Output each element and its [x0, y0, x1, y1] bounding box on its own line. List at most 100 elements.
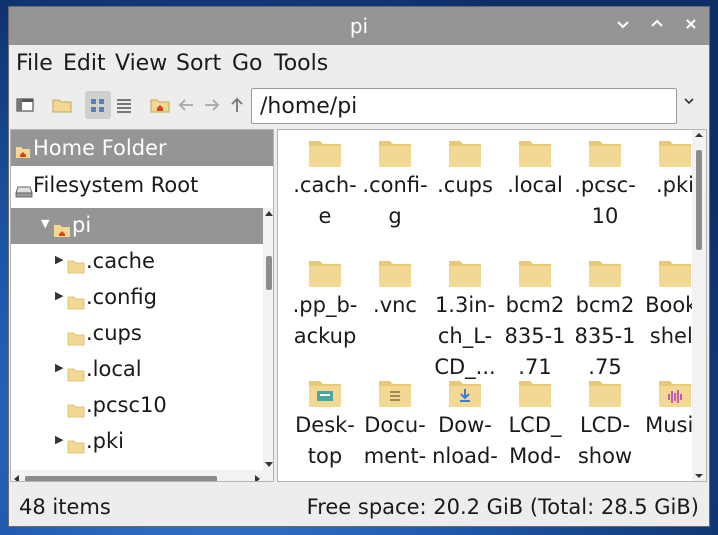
place-label: Filesystem Root [33, 173, 199, 197]
titlebar[interactable]: pi [9, 7, 709, 45]
expand-right-icon[interactable]: ▶ [55, 433, 63, 446]
file-name: bcm2 835-1 .71 [504, 293, 566, 379]
close-button[interactable] [679, 14, 703, 38]
menu-tools[interactable]: Tools [274, 51, 328, 76]
scroll-thumb [25, 476, 217, 481]
tree-node-cache[interactable]: ▶ .cache [11, 244, 263, 280]
tree-node-pi[interactable]: ▼ pi [11, 208, 263, 244]
icon-view-button[interactable] [85, 91, 111, 119]
up-button[interactable] [224, 91, 250, 119]
path-history-dropdown[interactable] [683, 95, 695, 110]
list-view-icon [117, 99, 131, 113]
folder-icon [588, 258, 622, 288]
path-input[interactable]: /home/pi [251, 88, 677, 124]
expand-down-icon[interactable]: ▼ [41, 217, 49, 230]
file-name: .vnc [373, 293, 417, 317]
list-view-button[interactable] [111, 91, 137, 119]
file-item[interactable]: .local [500, 134, 570, 201]
item-count: 48 items [19, 495, 111, 519]
scroll-down-arrow [695, 474, 703, 478]
maximize-button[interactable] [645, 14, 669, 38]
chevron-down-icon [617, 21, 629, 29]
side-pane: Home Folder Filesystem Root ▼ pi ▶ .cach… [10, 129, 274, 482]
menu-view[interactable]: View [115, 51, 167, 76]
arrow-right-icon [205, 99, 220, 111]
tree-label: .local [86, 357, 142, 381]
tree-label: pi [72, 213, 92, 237]
file-item[interactable]: bcm2 835-1 .71 [500, 254, 570, 383]
file-item[interactable]: Docu- ment- [360, 374, 430, 472]
file-item[interactable]: .vnc [360, 254, 430, 321]
folder-icon [658, 138, 692, 168]
documents-folder-icon [378, 378, 412, 408]
tree-node-local[interactable]: ▶ .local [11, 352, 263, 388]
scroll-up-arrow [265, 211, 273, 216]
file-item[interactable]: .confi- g [360, 134, 430, 232]
file-item[interactable]: LCD- show [570, 374, 640, 472]
file-name: .pp_b- ackup [292, 293, 358, 348]
home-button[interactable] [147, 91, 173, 119]
file-name: .cups [437, 173, 493, 197]
file-name: Dow- nload- [432, 413, 498, 468]
folder-icon [308, 258, 342, 288]
folder-icon [67, 327, 85, 351]
tree-node-cups[interactable]: .cups [11, 316, 263, 352]
tree-node-pcsc10[interactable]: .pcsc10 [11, 388, 263, 424]
new-window-button[interactable] [12, 91, 38, 119]
folder-icon [67, 435, 85, 459]
expand-right-icon[interactable]: ▶ [55, 361, 63, 374]
menu-edit[interactable]: Edit [63, 51, 106, 76]
scroll-right-arrow [255, 475, 260, 481]
folder-icon [448, 138, 482, 168]
file-item[interactable]: LCD_ Mod- [500, 374, 570, 472]
tree-label: .cups [86, 321, 142, 345]
menu-sort[interactable]: Sort [176, 51, 221, 76]
folder-icon [67, 291, 85, 315]
tree-vertical-scrollbar[interactable] [263, 208, 273, 470]
folder-icon [518, 258, 552, 288]
file-name: .confi- g [362, 173, 428, 228]
statusbar: 48 items Free space: 20.2 GiB (Total: 28… [9, 485, 709, 527]
file-item[interactable]: .cups [430, 134, 500, 201]
minimize-button[interactable] [611, 14, 635, 38]
file-item[interactable]: .cach- e [290, 134, 360, 232]
place-home-folder[interactable]: Home Folder [11, 130, 273, 166]
folder-icon [588, 138, 622, 168]
forward-button[interactable] [199, 91, 225, 119]
tree-horizontal-scrollbar[interactable] [11, 470, 273, 481]
tree-node-config[interactable]: ▶ .config [11, 280, 263, 316]
expand-right-icon[interactable]: ▶ [55, 289, 63, 302]
tree-label: .config [86, 285, 157, 309]
folder-icon [67, 399, 85, 423]
files-vertical-scrollbar[interactable] [692, 130, 706, 481]
place-filesystem-root[interactable]: Filesystem Root [11, 167, 273, 203]
tree-node-pki[interactable]: ▶ .pki [11, 424, 263, 460]
scroll-down-arrow [265, 462, 273, 467]
file-name: .pcsc- 10 [574, 173, 636, 228]
file-name: .cach- e [293, 173, 357, 228]
file-item[interactable]: bcm2 835-1 .75 [570, 254, 640, 383]
path-text: /home/pi [260, 94, 358, 119]
folder-tab-icon [52, 99, 72, 113]
new-tab-button[interactable] [49, 91, 75, 119]
file-name: .local [507, 173, 563, 197]
file-item[interactable]: Desk- top [290, 374, 360, 472]
folder-icon [658, 258, 692, 288]
file-item[interactable]: .pcsc- 10 [570, 134, 640, 232]
tree-label: .cache [86, 249, 155, 273]
icon-view-icon [91, 99, 104, 112]
expand-right-icon[interactable]: ▶ [55, 253, 63, 266]
file-name: Desk- top [295, 413, 355, 468]
back-button[interactable] [173, 91, 199, 119]
place-label: Home Folder [33, 136, 167, 160]
scroll-up-arrow [695, 133, 703, 137]
drive-icon [15, 179, 33, 203]
file-item[interactable]: Dow- nload- [430, 374, 500, 472]
file-name: bcm2 835-1 .75 [574, 293, 636, 379]
menu-file[interactable]: File [16, 51, 53, 76]
menu-go[interactable]: Go [232, 51, 263, 76]
file-item[interactable]: 1.3in- ch_L- CD_... [430, 254, 500, 383]
file-item[interactable]: .pp_b- ackup [290, 254, 360, 352]
folder-icon [378, 138, 412, 168]
folder-icon [67, 255, 85, 279]
